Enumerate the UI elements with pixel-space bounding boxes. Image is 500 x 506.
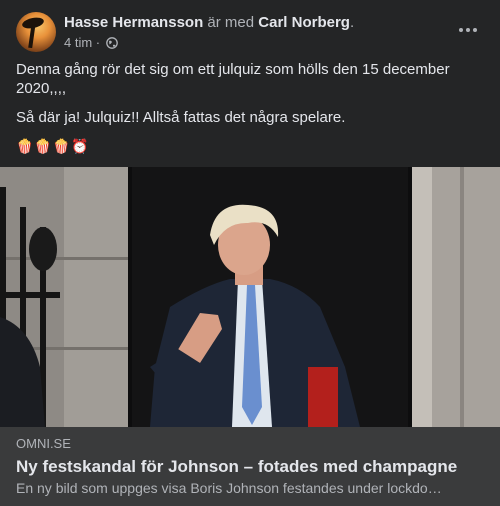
post-text: Denna gång rör det sig om ett julquiz so… [16, 60, 476, 156]
tagged-name[interactable]: Carl Norberg [258, 14, 350, 31]
post-body-line-1: Denna gång rör det sig om ett julquiz so… [16, 61, 450, 97]
post-timestamp[interactable]: 4 tim · [64, 35, 100, 50]
link-description: En ny bild som uppges visa Boris Johnson… [16, 480, 442, 496]
feed-post: Hasse Hermansson är med Carl Norberg. 4 … [0, 0, 500, 506]
link-title[interactable]: Ny festskandal för Johnson – fotades med… [16, 457, 457, 477]
link-domain: OMNI.SE [16, 436, 71, 451]
link-card[interactable]: OMNI.SE Ny festskandal för Johnson – fot… [0, 427, 500, 506]
author-line: Hasse Hermansson är med Carl Norberg. [64, 13, 354, 33]
with-text: är med [207, 14, 255, 31]
post-meta: 4 tim · [64, 34, 118, 54]
author-avatar[interactable] [16, 12, 56, 52]
tagged-suffix: . [349, 14, 355, 31]
post-emojis: 🍿🍿🍿⏰ [16, 138, 90, 154]
link-preview-image[interactable] [0, 167, 500, 427]
globe-icon[interactable] [105, 36, 118, 54]
author-name[interactable]: Hasse Hermansson [64, 14, 203, 31]
photo-illustration [0, 167, 500, 427]
post-header: Hasse Hermansson är med Carl Norberg. 4 … [16, 12, 484, 52]
more-options-icon[interactable] [452, 18, 484, 42]
post-body-line-2: Så där ja! Julquiz!! Alltså fattas det n… [16, 109, 346, 126]
